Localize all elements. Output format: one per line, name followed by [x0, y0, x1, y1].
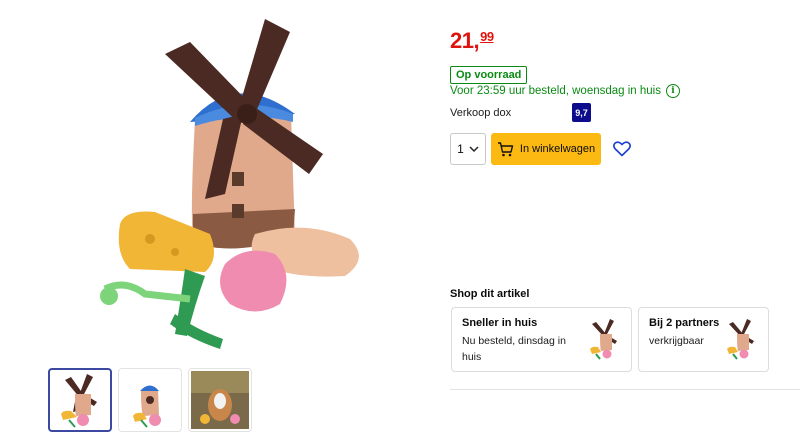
add-to-cart-button[interactable]: In winkelwagen	[491, 133, 601, 165]
chevron-down-icon	[469, 145, 479, 152]
section-divider	[450, 389, 800, 390]
price-whole: 21,	[450, 28, 480, 53]
delivery-text: Voor 23:59 uur besteld, woensdag in huis	[450, 85, 661, 97]
delivery-info: Voor 23:59 uur besteld, woensdag in huis…	[450, 84, 680, 98]
offer-card-partners[interactable]: Bij 2 partners verkrijgbaar	[638, 307, 769, 372]
offer-card-product-image	[727, 319, 754, 360]
offer-card-product-image	[590, 319, 617, 360]
stock-badge: Op voorraad	[450, 66, 528, 84]
price-cents: 99	[480, 29, 494, 44]
thumbnail-strip	[48, 368, 252, 432]
shop-article-heading: Shop dit artikel	[450, 288, 530, 300]
thumbnail-1[interactable]	[48, 368, 112, 432]
offer-card-subtitle: Nu besteld, dinsdag in huis	[462, 335, 566, 363]
cart-icon	[497, 141, 514, 156]
thumbnail-2[interactable]	[118, 368, 182, 432]
quantity-select[interactable]: 1	[450, 133, 486, 165]
seller-label[interactable]: Verkoop dox	[450, 107, 511, 119]
quantity-value: 1	[457, 142, 464, 156]
wishlist-button[interactable]	[611, 138, 633, 160]
product-main-image[interactable]	[95, 14, 385, 359]
product-price: 21, 99	[450, 28, 494, 54]
add-to-cart-label: In winkelwagen	[519, 143, 596, 155]
offer-card-faster[interactable]: Sneller in huis Nu besteld, dinsdag in h…	[451, 307, 632, 372]
info-icon[interactable]: i	[665, 84, 680, 98]
heart-icon	[613, 141, 631, 157]
thumbnail-3[interactable]	[188, 368, 252, 432]
seller-rating-badge[interactable]: 9,7	[572, 103, 591, 122]
